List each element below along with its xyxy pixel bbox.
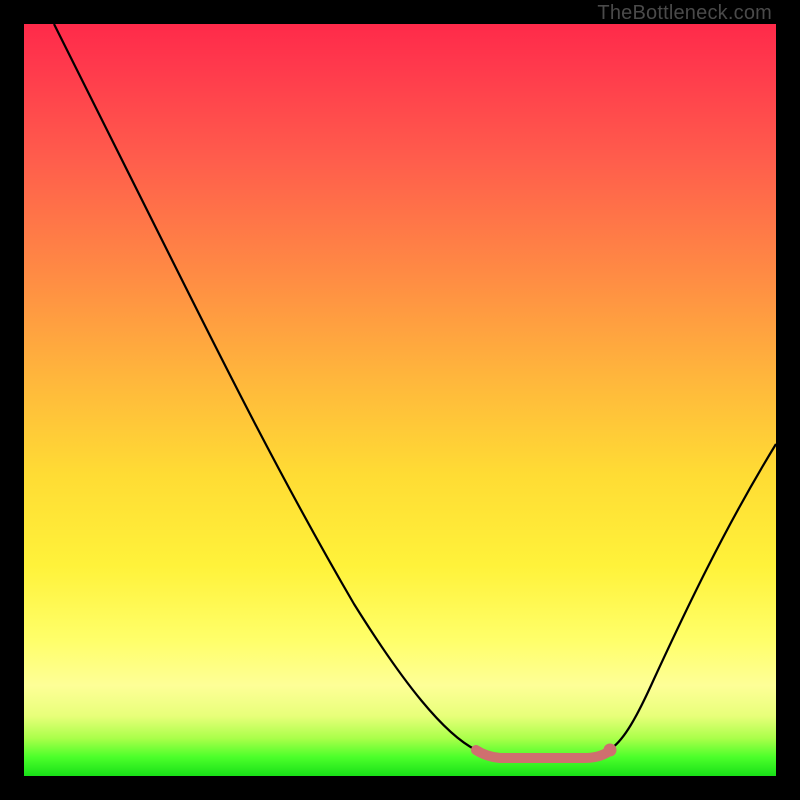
- bottleneck-curve: [54, 24, 776, 757]
- optimal-zone-endpoint-marker: [604, 744, 617, 757]
- watermark-text: TheBottleneck.com: [597, 2, 772, 25]
- optimal-zone-segment: [476, 750, 608, 758]
- chart-frame: [24, 24, 776, 776]
- chart-svg: [24, 24, 776, 776]
